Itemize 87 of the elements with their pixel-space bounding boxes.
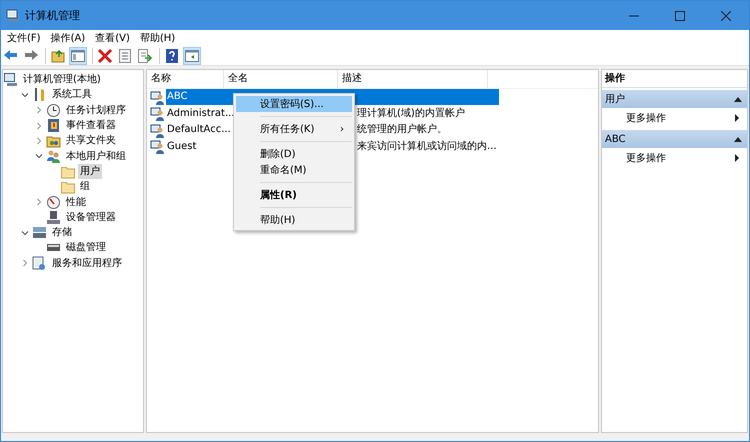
tree-item[interactable]: 组 bbox=[78, 179, 92, 194]
user-icon bbox=[150, 90, 165, 105]
chevron-right-icon[interactable] bbox=[35, 136, 43, 145]
chevron-right-icon[interactable] bbox=[35, 198, 43, 206]
properties-icon bbox=[117, 48, 133, 64]
menu-item-label: 重命名(M) bbox=[260, 164, 306, 177]
toolbar-button[interactable] bbox=[69, 46, 87, 64]
user-icon bbox=[150, 122, 165, 138]
table-cell-text: 来宾访问计算机或访问域的内... bbox=[356, 140, 498, 154]
table-cell[interactable]: Administrat... bbox=[166, 106, 234, 122]
menu-item-label: 属性(R) bbox=[260, 188, 297, 202]
section-header[interactable]: 用户 bbox=[602, 90, 747, 108]
table-cell[interactable]: DefaultAcc... bbox=[166, 122, 234, 138]
users-icon bbox=[46, 148, 61, 164]
menu-item[interactable]: 属性(R) bbox=[236, 187, 352, 203]
computer-icon bbox=[6, 8, 20, 22]
menu-item[interactable]: 查看(V) bbox=[91, 31, 136, 45]
menu-item[interactable]: 删除(D) bbox=[236, 146, 352, 162]
tree-item[interactable]: 本地用户和组 bbox=[64, 148, 128, 164]
column-header[interactable]: 名称 bbox=[147, 70, 224, 88]
folder-icon bbox=[60, 179, 75, 194]
table-cell-text: 理计算机(域)的内置帐户 bbox=[356, 106, 466, 121]
tree-item[interactable]: 存储 bbox=[50, 225, 74, 240]
toolbar-button[interactable] bbox=[96, 46, 114, 64]
table-cell[interactable]: Guest bbox=[166, 138, 234, 155]
menu-item[interactable]: 设置密码(S)... bbox=[236, 96, 352, 112]
tree-item[interactable]: 设备管理器 bbox=[64, 210, 118, 225]
tree-item[interactable]: 共享文件夹 bbox=[64, 133, 118, 148]
pane-header: 操作 bbox=[602, 70, 747, 88]
action-link[interactable]: 更多操作 bbox=[626, 111, 666, 125]
window-title: 计算机管理 bbox=[25, 8, 80, 23]
chevron-right-icon[interactable] bbox=[35, 106, 43, 114]
storage-icon bbox=[32, 225, 47, 240]
tree-item[interactable]: 事件查看器 bbox=[64, 118, 118, 134]
services-icon bbox=[32, 256, 47, 271]
user-icon bbox=[150, 139, 165, 154]
menu-item-label: 删除(D) bbox=[260, 148, 296, 161]
chevron-down-icon[interactable] bbox=[35, 152, 43, 160]
tree-item[interactable]: 性能 bbox=[64, 194, 88, 210]
action-link[interactable]: 更多操作 bbox=[626, 151, 666, 165]
console-pane-icon bbox=[184, 48, 200, 64]
menu-item-label: 所有任务(K) bbox=[260, 122, 314, 136]
tree-item[interactable]: 计算机管理(本地) bbox=[21, 72, 103, 88]
console-pane-icon bbox=[70, 48, 86, 64]
user-icon bbox=[150, 106, 165, 122]
computer-icon bbox=[3, 72, 18, 88]
section-header[interactable]: ABC bbox=[602, 130, 747, 148]
gauge-icon bbox=[46, 194, 61, 210]
toolbar-button[interactable] bbox=[183, 46, 201, 64]
event-log-icon bbox=[46, 118, 61, 134]
tree-item[interactable]: 服务和应用程序 bbox=[50, 256, 124, 271]
section-title: 用户 bbox=[605, 92, 625, 106]
export-list-icon bbox=[137, 48, 153, 64]
menu-item[interactable]: 帮助(H) bbox=[136, 31, 182, 45]
submenu-arrow: › bbox=[340, 124, 344, 134]
menu-item[interactable]: 文件(F) bbox=[3, 31, 47, 45]
toolbar-button[interactable] bbox=[136, 46, 154, 64]
help-icon bbox=[164, 48, 180, 64]
table-cell-text: 统管理的用户帐户。 bbox=[356, 122, 448, 138]
chevron-down-icon[interactable] bbox=[21, 228, 29, 237]
column-header[interactable]: 全名 bbox=[224, 70, 338, 88]
toolbar-button[interactable] bbox=[116, 46, 134, 64]
submenu-arrow-icon bbox=[735, 114, 739, 122]
section-title: ABC bbox=[605, 134, 626, 144]
collapse-triangle-icon bbox=[734, 96, 742, 102]
menu-item[interactable]: 所有任务(K) › bbox=[236, 121, 352, 137]
collapse-triangle-icon bbox=[734, 136, 742, 142]
tree-item[interactable]: 用户 bbox=[78, 164, 102, 179]
clock-icon bbox=[46, 102, 61, 118]
menu-item-label: 帮助(H) bbox=[260, 214, 296, 227]
device-manager-icon bbox=[46, 210, 61, 225]
folder-up-icon bbox=[50, 48, 66, 64]
delete-x-icon bbox=[97, 48, 113, 64]
chevron-right-icon[interactable] bbox=[35, 122, 43, 130]
chevron-right-icon[interactable] bbox=[21, 259, 29, 268]
chevron-down-icon[interactable] bbox=[21, 90, 29, 99]
tree-item[interactable]: 系统工具 bbox=[50, 87, 94, 102]
table-cell[interactable]: ABC bbox=[166, 89, 234, 106]
submenu-arrow-icon bbox=[735, 154, 739, 162]
column-header[interactable]: 描述 bbox=[338, 70, 488, 88]
menu-item[interactable]: 重命名(M) bbox=[236, 162, 352, 178]
menu-item-label: 设置密码(S)... bbox=[260, 98, 324, 111]
menu-item[interactable]: 帮助(H) bbox=[236, 212, 352, 228]
tree-item[interactable]: 任务计划程序 bbox=[64, 102, 128, 118]
tree-item[interactable]: 磁盘管理 bbox=[64, 240, 108, 256]
menu-item[interactable]: 操作(A) bbox=[46, 31, 92, 45]
toolbar-button[interactable] bbox=[163, 46, 181, 64]
